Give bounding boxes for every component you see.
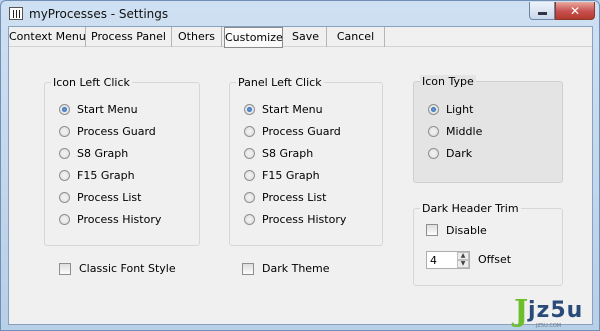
chevron-down-icon[interactable]: ▼ [457,260,469,268]
dark-theme-row[interactable]: Dark Theme [242,262,330,275]
tab-cancel[interactable]: Cancel [327,27,385,47]
minimize-icon [537,12,547,15]
disable-checkbox[interactable] [426,224,438,236]
tab-customize[interactable]: Customize [224,27,283,48]
icon-type-option[interactable]: Dark [428,146,472,160]
title-bar[interactable]: myProcesses - Settings ✕ [1,1,599,27]
icon-left-click-option[interactable]: Process History [59,212,161,226]
tab-process-panel[interactable]: Process Panel [86,27,172,47]
radio-button[interactable] [244,191,255,203]
window-title: myProcesses - Settings [29,7,169,21]
icon-left-click-title: Icon Left Click [51,76,132,89]
icon-type-group: Icon Type Light Middle Dark [413,75,563,183]
panel-left-click-option[interactable]: Process List [244,190,326,204]
radio-button[interactable] [244,103,255,115]
tab-others[interactable]: Others [172,27,222,47]
process-grid-icon [9,7,23,20]
close-button[interactable]: ✕ [555,2,595,20]
radio-button[interactable] [59,125,70,137]
icon-left-click-option[interactable]: Start Menu [59,102,138,116]
settings-window: myProcesses - Settings ✕ Context Menu Pr… [0,0,600,331]
panel-left-click-group: Panel Left Click Start Menu Process Guar… [229,76,383,246]
icon-left-click-option[interactable]: Process List [59,190,141,204]
offset-stepper[interactable]: ▲ ▼ [426,251,470,269]
classic-font-style-row[interactable]: Classic Font Style [59,262,176,275]
watermark-logo: J jz5u JZ5U.COM [514,294,584,329]
icon-type-title: Icon Type [420,75,476,88]
panel-left-click-option[interactable]: Process History [244,212,346,226]
panel-left-click-option[interactable]: S8 Graph [244,146,313,160]
icon-left-click-option[interactable]: F15 Graph [59,168,135,182]
stepper-buttons: ▲ ▼ [457,252,469,268]
radio-button[interactable] [244,213,255,225]
icon-left-click-group: Icon Left Click Start Menu Process Guard… [44,76,200,246]
client-area: Context Menu Process Panel Others Custom… [8,26,593,325]
offset-label: Offset [478,253,512,266]
radio-button[interactable] [59,213,70,225]
panel-left-click-option[interactable]: Start Menu [244,102,323,116]
radio-button[interactable] [244,147,255,159]
icon-type-option[interactable]: Middle [428,124,482,138]
tab-bar: Context Menu Process Panel Others Custom… [9,27,592,48]
panel-left-click-option[interactable]: Process Guard [244,124,341,138]
dark-header-trim-group: Dark Header Trim Disable ▲ ▼ Offset [413,202,563,286]
radio-button[interactable] [59,191,70,203]
icon-left-click-option[interactable]: Process Guard [59,124,156,138]
radio-button[interactable] [244,169,255,181]
radio-button[interactable] [59,147,70,159]
radio-button[interactable] [59,103,70,115]
dark-theme-checkbox[interactable] [242,262,254,275]
panel-left-click-title: Panel Left Click [236,76,324,89]
tab-save[interactable]: Save [285,27,327,47]
radio-button[interactable] [244,125,255,137]
panel-left-click-option[interactable]: F15 Graph [244,168,320,182]
dark-header-trim-title: Dark Header Trim [420,202,521,215]
radio-button[interactable] [59,169,70,181]
close-icon: ✕ [569,3,581,18]
classic-font-style-checkbox[interactable] [59,262,71,275]
tab-context-menu[interactable]: Context Menu [9,27,86,47]
icon-type-option[interactable]: Light [428,102,473,116]
minimize-button[interactable] [529,2,555,20]
radio-button[interactable] [428,147,439,159]
chevron-up-icon[interactable]: ▲ [457,252,469,260]
disable-checkbox-row[interactable]: Disable [426,223,487,237]
offset-input[interactable] [427,252,457,268]
radio-button[interactable] [428,125,439,137]
radio-button[interactable] [428,103,439,115]
icon-left-click-option[interactable]: S8 Graph [59,146,128,160]
